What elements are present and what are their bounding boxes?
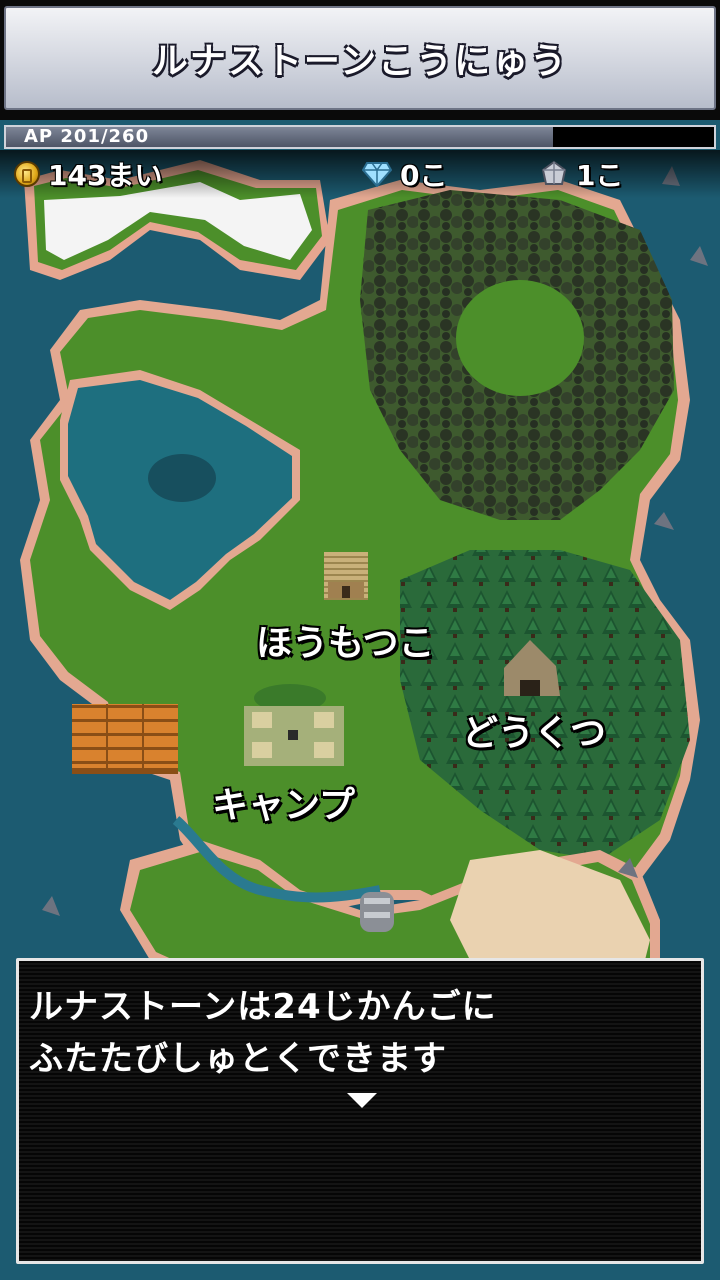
message-line-2: ふたたびしゅとくできます — [29, 1039, 447, 1079]
storehouse-building[interactable] — [318, 548, 374, 604]
ap-gauge: AP 201/260 — [4, 125, 716, 149]
cave-entrance[interactable] — [500, 634, 564, 698]
cave-label[interactable]: どうくつ — [462, 704, 606, 756]
diamond-counter: 0こ — [362, 158, 447, 192]
page-title: ルナストーンこうにゅう — [151, 41, 569, 82]
stone-icon — [541, 160, 567, 185]
advance-arrow-icon[interactable] — [347, 1093, 377, 1108]
message-line-1: ルナストーンは24じかんごに — [29, 987, 497, 1027]
camp-building[interactable] — [240, 690, 350, 770]
diamond-icon — [362, 162, 392, 187]
title-panel: ルナストーンこうにゅう — [4, 6, 716, 110]
currency-row: 143まい 0こ 1こ — [0, 150, 720, 198]
coin-count: 143まい — [48, 159, 163, 192]
coin-icon — [14, 161, 40, 187]
title-bar: ルナストーンこうにゅう — [0, 0, 720, 120]
coin-counter: 143まい — [14, 158, 162, 192]
camp-label[interactable]: キャンプ — [212, 776, 355, 828]
stone-counter: 1こ — [540, 158, 623, 192]
stone-count: 1こ — [576, 159, 624, 192]
diamond-count: 0こ — [400, 159, 448, 192]
game-screen: ルナストーンこうにゅう AP 201/260 143まい 0こ 1こ ほうもつこ… — [0, 0, 720, 1280]
ap-text: AP 201/260 — [24, 126, 150, 147]
storehouse-label[interactable]: ほうもつこ — [256, 614, 435, 666]
message-window[interactable]: ルナストーンは24じかんごに ふたたびしゅとくできます — [16, 958, 704, 1264]
